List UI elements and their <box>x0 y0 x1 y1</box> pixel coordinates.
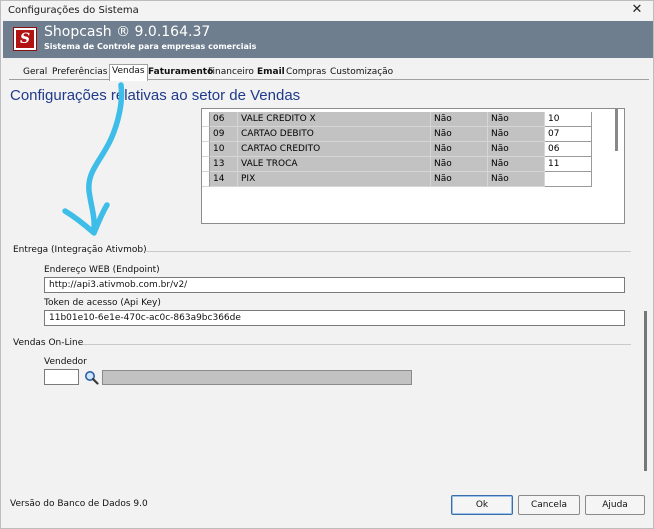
grid-scrollbar[interactable] <box>615 109 618 151</box>
cell-name[interactable]: VALE TROCA <box>238 157 431 172</box>
seller-name-display <box>102 370 412 385</box>
cell-col3[interactable]: Não <box>431 172 488 187</box>
table-row[interactable]: 09 CARTAO DEBITO Não Não 07 <box>202 127 612 142</box>
token-label: Token de acesso (Api Key) <box>44 298 161 308</box>
panel-scrollbar[interactable] <box>642 81 650 481</box>
tab-financeiro[interactable]: Financeiro <box>206 66 256 80</box>
seller-label: Vendedor <box>44 357 87 367</box>
cell-code[interactable]: 10 <box>210 142 238 157</box>
row-indicator <box>202 127 210 142</box>
cell-col4[interactable]: Não <box>488 142 545 157</box>
section-divider <box>145 251 631 252</box>
scrollbar-thumb[interactable] <box>644 311 647 471</box>
tab-faturamento[interactable]: Faturamento <box>146 66 215 80</box>
cell-col5[interactable]: 07 <box>545 127 592 142</box>
cell-code[interactable]: 14 <box>210 172 238 187</box>
cell-col5[interactable] <box>545 172 592 187</box>
cell-col4[interactable]: Não <box>488 112 545 127</box>
cell-col4[interactable]: Não <box>488 127 545 142</box>
cell-col3[interactable]: Não <box>431 127 488 142</box>
seller-code-input[interactable] <box>44 369 79 385</box>
table-row[interactable]: 06 VALE CREDITO X Não Não 10 <box>202 112 612 127</box>
logo-glyph: S <box>16 30 34 48</box>
cell-col5[interactable]: 11 <box>545 157 592 172</box>
tab-email[interactable]: Email <box>255 66 287 80</box>
section-divider <box>83 344 631 345</box>
magnifier-search-icon[interactable] <box>84 370 99 385</box>
table-row[interactable]: 14 PIX Não Não <box>202 172 612 187</box>
cell-col3[interactable]: Não <box>431 157 488 172</box>
row-indicator <box>202 172 210 187</box>
cell-code[interactable]: 09 <box>210 127 238 142</box>
cell-col3[interactable]: Não <box>431 142 488 157</box>
cell-name[interactable]: CARTAO DEBITO <box>238 127 431 142</box>
online-sales-section-title: Vendas On-Line <box>13 338 84 348</box>
row-indicator <box>202 157 210 172</box>
tab-preferencias[interactable]: Preferências <box>50 66 109 80</box>
sales-settings-panel: Configurações relativas ao setor de Vend… <box>5 81 639 481</box>
help-button[interactable]: Ajuda <box>585 495 645 515</box>
cell-code[interactable]: 06 <box>210 112 238 127</box>
app-subtitle: Sistema de Controle para empresas comerc… <box>44 42 257 51</box>
ok-button[interactable]: Ok <box>451 495 513 515</box>
endpoint-input[interactable] <box>44 277 625 293</box>
cell-col5[interactable]: 10 <box>545 112 592 127</box>
cell-col4[interactable]: Não <box>488 157 545 172</box>
tab-geral[interactable]: Geral <box>21 66 49 80</box>
cell-name[interactable]: VALE CREDITO X <box>238 112 431 127</box>
row-indicator <box>202 142 210 157</box>
settings-window: Configurações do Sistema ✕ S Shopcash ® … <box>0 0 654 529</box>
app-name: Shopcash ® 9.0.164.37 <box>44 24 211 40</box>
tab-bar: Geral Preferências Vendas Faturamento Fi… <box>9 64 649 81</box>
app-header: S Shopcash ® 9.0.164.37 Sistema de Contr… <box>3 21 653 58</box>
tab-vendas[interactable]: Vendas <box>109 64 148 81</box>
cancel-button[interactable]: Cancela <box>518 495 580 515</box>
delivery-section-title: Entrega (Integração Ativmob) <box>13 245 147 255</box>
db-version-text: Versão do Banco de Dados 9.0 <box>10 499 148 509</box>
token-input[interactable] <box>44 310 625 326</box>
row-indicator <box>202 112 210 127</box>
title-bar: Configurações do Sistema ✕ <box>1 1 653 20</box>
cell-name[interactable]: CARTAO CREDITO <box>238 142 431 157</box>
cell-col3[interactable]: Não <box>431 112 488 127</box>
page-title: Configurações relativas ao setor de Vend… <box>10 87 301 104</box>
cell-col5[interactable]: 06 <box>545 142 592 157</box>
close-icon[interactable]: ✕ <box>625 2 649 19</box>
cell-col4[interactable]: Não <box>488 172 545 187</box>
tab-customizacao[interactable]: Customização <box>328 66 395 80</box>
table-row[interactable]: 10 CARTAO CREDITO Não Não 06 <box>202 142 612 157</box>
cell-name[interactable]: PIX <box>238 172 431 187</box>
window-title: Configurações do Sistema <box>8 5 139 16</box>
payment-methods-grid[interactable]: 06 VALE CREDITO X Não Não 10 09 CARTAO D… <box>201 108 625 224</box>
tab-compras[interactable]: Compras <box>284 66 328 80</box>
endpoint-label: Endereço WEB (Endpoint) <box>44 265 160 275</box>
table-row[interactable]: 13 VALE TROCA Não Não 11 <box>202 157 612 172</box>
shopcash-logo-icon: S <box>13 27 37 51</box>
cell-code[interactable]: 13 <box>210 157 238 172</box>
